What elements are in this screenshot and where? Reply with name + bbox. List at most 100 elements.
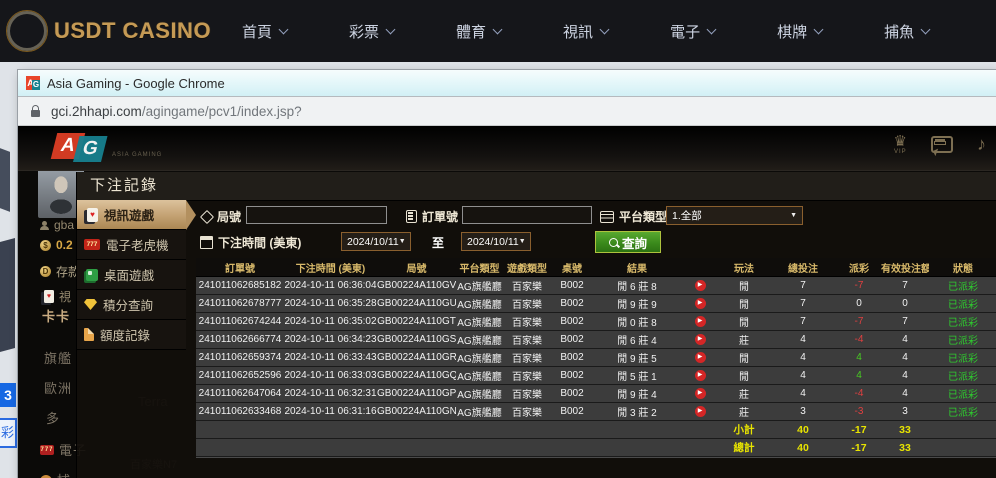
table-cell: ▶ xyxy=(681,334,719,345)
table-cell: 241011062647064 xyxy=(196,388,284,399)
date-from-select[interactable]: 2024/10/11▼ xyxy=(341,232,411,251)
replay-icon[interactable]: ▶ xyxy=(695,280,706,291)
lobby-item[interactable]: 卡卡 xyxy=(42,306,70,325)
brand-name: USDT CASINO xyxy=(54,18,211,44)
panel-title: 下注記錄 xyxy=(77,172,996,201)
deposit-button[interactable]: D存款 xyxy=(40,263,80,280)
table-cell: GB00224A110GP xyxy=(377,388,456,399)
table-cell: 2024-10-11 06:33:03 xyxy=(284,370,377,381)
background-banner-fragment xyxy=(0,148,10,212)
table-cell: 2024-10-11 06:33:43 xyxy=(284,352,377,363)
sidebar-item-slots[interactable]: 777 電子老虎機 xyxy=(77,230,186,260)
table-cell: 閒 9 莊 4 xyxy=(593,386,681,401)
video-category-row[interactable]: ♥視 xyxy=(44,288,71,305)
table-cell: GB00224A110GU xyxy=(377,298,456,309)
table-cell: 百家樂 xyxy=(503,404,551,419)
table-cell: 7 xyxy=(881,316,929,327)
table-cell: 小計 xyxy=(719,422,769,437)
nav-item-lottery[interactable]: 彩票 xyxy=(349,21,394,42)
chat-icon[interactable] xyxy=(931,136,953,153)
table-cell: 40 xyxy=(769,442,837,454)
replay-icon[interactable]: ▶ xyxy=(695,370,706,381)
replay-icon[interactable]: ▶ xyxy=(695,388,706,399)
bet-time-label: 下注時間 (美東) xyxy=(200,234,301,251)
table-cell: 百家樂 xyxy=(503,278,551,293)
nav-item-live[interactable]: 視訊 xyxy=(563,21,608,42)
table-cell: 0 xyxy=(837,298,881,309)
table-cell: 有效投注額 xyxy=(881,260,929,275)
search-button[interactable]: 查詢 xyxy=(595,231,661,253)
table-cell: B002 xyxy=(551,334,593,345)
table-cell: 閒 6 莊 8 xyxy=(593,278,681,293)
platform-type-select[interactable]: 1.全部▼ xyxy=(666,206,803,225)
sidebar-item-video-games[interactable]: ♥ 視訊遊戲 xyxy=(77,200,186,230)
table-cell: 2024-10-11 06:35:02 xyxy=(284,316,377,327)
clipboard-icon xyxy=(406,210,417,223)
status-cell: 已派彩 xyxy=(929,278,996,293)
nav-item-home[interactable]: 首頁 xyxy=(242,21,287,42)
url-text: gci.2hhapi.com/agingame/pcv1/index.jsp? xyxy=(51,104,302,119)
sidebar-item-points-query[interactable]: 積分查詢 xyxy=(77,290,186,320)
order-number-input[interactable] xyxy=(462,206,592,224)
bet-records-table: 訂單號下注時間 (美東)局號平台類型遊戲類型桌號結果玩法總投注派彩有效投注額狀態… xyxy=(196,258,996,458)
lobby-item[interactable]: 歐洲 xyxy=(44,378,72,397)
table-cell: ▶ xyxy=(681,406,719,417)
to-label: 至 xyxy=(432,234,444,251)
balance-row: $0.2 xyxy=(40,238,73,252)
table-cell: 2024-10-11 06:34:23 xyxy=(284,334,377,345)
ag-logo[interactable]: A G ASIA GAMING xyxy=(54,133,162,159)
replay-icon[interactable]: ▶ xyxy=(695,352,706,363)
background-text-fragment: 彩 xyxy=(0,418,17,448)
replay-icon[interactable]: ▶ xyxy=(695,334,706,345)
table-cell: 派彩 xyxy=(837,260,881,275)
table-cell: 百家樂 xyxy=(503,296,551,311)
table-cell: 3 xyxy=(769,406,837,417)
sidebar-item-credit-records[interactable]: 額度記錄 xyxy=(77,320,186,350)
round-number-input[interactable] xyxy=(246,206,387,224)
date-to-select[interactable]: 2024/10/11▼ xyxy=(461,232,531,251)
music-note-icon[interactable]: ♪ xyxy=(977,134,986,155)
table-row: 2410110626851822024-10-11 06:36:04GB0022… xyxy=(196,277,996,295)
platform-type-label: 平台類型 xyxy=(600,208,667,225)
table-cell: 閒 xyxy=(719,278,769,293)
table-cell: ▶ xyxy=(681,298,719,309)
table-cell: ▶ xyxy=(681,370,719,381)
table-cell: 莊 xyxy=(719,332,769,347)
lobby-item[interactable]: 多 xyxy=(46,408,60,427)
deposit-icon: D xyxy=(40,266,51,277)
document-icon xyxy=(84,328,94,341)
panel-main: 局號 訂單號 平台類型 1.全部▼ 下注時間 (美東) 2024/ xyxy=(196,200,996,478)
address-bar[interactable]: gci.2hhapi.com/agingame/pcv1/index.jsp? xyxy=(18,97,996,126)
table-cell: AG旗艦廳 xyxy=(456,278,503,293)
table-cell: 訂單號 xyxy=(196,260,284,275)
table-cell: 下注時間 (美東) xyxy=(284,260,377,275)
vip-crown-icon[interactable]: ♛ VIP xyxy=(894,134,907,155)
table-cell: GB00224A110GV xyxy=(377,280,456,291)
status-cell: 已派彩 xyxy=(929,314,996,329)
nav-item-cards[interactable]: 棋牌 xyxy=(777,21,822,42)
table-header-row: 訂單號下注時間 (美東)局號平台類型遊戲類型桌號結果玩法總投注派彩有效投注額狀態 xyxy=(196,258,996,277)
sidebar-item-table-games[interactable]: 桌面遊戲 xyxy=(77,260,186,290)
coin-logo-icon xyxy=(6,10,48,52)
table-cell: ▶ xyxy=(681,388,719,399)
table-cell: 3 xyxy=(881,406,929,417)
nav-item-fishing[interactable]: 捕魚 xyxy=(884,21,929,42)
lobby-item[interactable]: 捕 xyxy=(40,470,71,478)
table-cell: ▶ xyxy=(681,280,719,291)
site-logo[interactable]: USDT CASINO xyxy=(6,10,218,52)
nav-item-slots[interactable]: 電子 xyxy=(670,21,715,42)
replay-icon[interactable]: ▶ xyxy=(695,406,706,417)
table-cell: AG旗艦廳 xyxy=(456,368,503,383)
table-cell: 閒 xyxy=(719,296,769,311)
status-cell: 已派彩 xyxy=(929,350,996,365)
window-titlebar[interactable]: AG Asia Gaming - Google Chrome xyxy=(18,70,996,97)
table-cell: B002 xyxy=(551,352,593,363)
table-cell: 241011062685182 xyxy=(196,280,284,291)
table-cell: -4 xyxy=(837,334,881,345)
lobby-item[interactable]: 旗艦 xyxy=(44,348,72,367)
table-cell: GB00224A110GN xyxy=(377,406,456,417)
replay-icon[interactable]: ▶ xyxy=(695,316,706,327)
nav-item-sports[interactable]: 體育 xyxy=(456,21,501,42)
table-cell: 2024-10-11 06:35:28 xyxy=(284,298,377,309)
replay-icon[interactable]: ▶ xyxy=(695,298,706,309)
